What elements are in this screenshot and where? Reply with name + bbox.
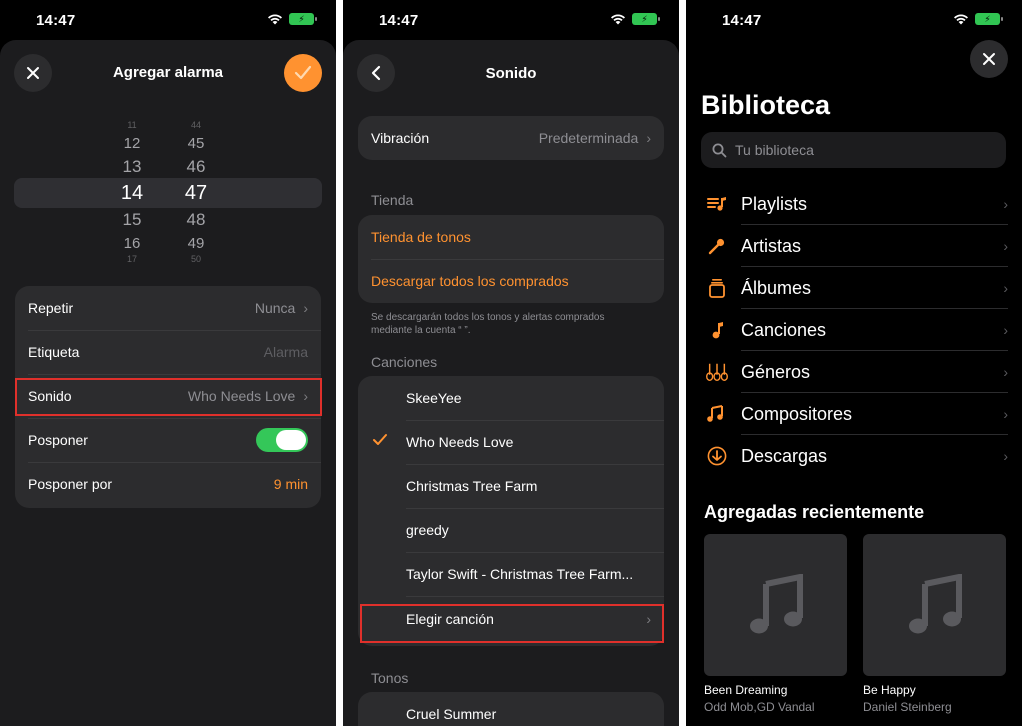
- album-artist: Daniel Steinberg: [863, 700, 952, 714]
- battery-icon: ⚡: [975, 13, 1003, 25]
- phone-add-alarm: 14:47 ⚡ Agregar alarma 11 44 12 13 14 15…: [0, 0, 336, 726]
- store-section-header: Tienda: [371, 192, 414, 208]
- minute-selected[interactable]: 47: [176, 182, 216, 205]
- hour-option[interactable]: 15: [112, 210, 152, 230]
- library-item-downloads[interactable]: Descargas ›: [706, 435, 1008, 477]
- phone-library: 14:47 ⚡ Biblioteca Tu biblioteca Playlis…: [686, 0, 1022, 726]
- library-item-composers[interactable]: Compositores ›: [706, 393, 1008, 435]
- tones-section-header: Tonos: [371, 670, 409, 686]
- recent-section-header: Agregadas recientemente: [704, 502, 925, 522]
- library-item-albums[interactable]: Álbumes ›: [706, 267, 1008, 309]
- song-item[interactable]: SkeeYee: [358, 376, 664, 420]
- wifi-icon: [611, 14, 625, 25]
- vibration-row[interactable]: Vibración Predeterminada ›: [358, 116, 664, 160]
- chevron-right-icon: ›: [1003, 238, 1008, 254]
- music-note-placeholder-icon: [908, 574, 962, 634]
- chevron-right-icon: ›: [1003, 196, 1008, 212]
- status-time: 14:47: [379, 12, 419, 29]
- status-time: 14:47: [722, 12, 762, 29]
- picker-selection-band: [14, 178, 322, 208]
- status-bar: 14:47 ⚡: [686, 0, 1022, 40]
- download-all-link[interactable]: Descargar todos los comprados: [358, 259, 664, 303]
- wifi-icon: [954, 14, 968, 25]
- hour-option[interactable]: 16: [112, 235, 152, 252]
- song-item-selected[interactable]: Who Needs Love: [358, 420, 664, 464]
- library-item-songs[interactable]: Canciones ›: [706, 309, 1008, 351]
- song-item[interactable]: Taylor Swift - Christmas Tree Farm...: [358, 552, 664, 596]
- download-icon: [706, 446, 728, 466]
- tone-store-link[interactable]: Tienda de tonos: [358, 215, 664, 259]
- status-bar: 14:47 ⚡: [343, 0, 679, 40]
- album-artwork[interactable]: [863, 534, 1006, 676]
- add-alarm-sheet: Agregar alarma 11 44 12 13 14 15 16 45 4…: [0, 40, 336, 726]
- music-note-placeholder-icon: [749, 574, 803, 634]
- library-item-artists[interactable]: Artistas ›: [706, 225, 1008, 267]
- status-bar: 14:47 ⚡: [0, 0, 336, 40]
- music-notes-icon: [706, 405, 728, 423]
- guitars-icon: [706, 362, 728, 382]
- tone-item[interactable]: Cruel Summer: [358, 692, 664, 726]
- chevron-right-icon: ›: [1003, 322, 1008, 338]
- album-title[interactable]: Been Dreaming: [704, 683, 787, 697]
- sound-row-highlight: [15, 378, 322, 416]
- hour-option[interactable]: 12: [112, 135, 152, 152]
- snooze-for-row[interactable]: Posponer por 9 min: [15, 462, 321, 506]
- snooze-row: Posponer: [15, 418, 321, 462]
- library-item-playlists[interactable]: Playlists ›: [706, 183, 1008, 225]
- chevron-right-icon: ›: [303, 300, 308, 316]
- album-artist: Odd Mob,GD Vandal: [704, 700, 815, 714]
- close-button[interactable]: [970, 40, 1008, 78]
- chevron-right-icon: ›: [1003, 448, 1008, 464]
- status-time: 14:47: [36, 12, 76, 29]
- music-note-icon: [706, 321, 728, 339]
- store-group: Tienda de tonos Descargar todos los comp…: [358, 215, 664, 303]
- page-title: Biblioteca: [701, 90, 831, 120]
- microphone-icon: [706, 237, 728, 255]
- chevron-right-icon: ›: [1003, 406, 1008, 422]
- save-button[interactable]: [284, 54, 322, 92]
- battery-icon: ⚡: [632, 13, 660, 25]
- checkmark-icon: [372, 433, 388, 450]
- hour-option[interactable]: 13: [112, 157, 152, 177]
- repeat-row[interactable]: Repetir Nunca ›: [15, 286, 321, 330]
- album-title[interactable]: Be Happy: [863, 683, 916, 697]
- download-note: Se descargarán todos los tonos y alertas…: [371, 312, 605, 336]
- minute-option[interactable]: 48: [176, 210, 216, 230]
- chevron-right-icon: ›: [1003, 280, 1008, 296]
- phone-sound: 14:47 ⚡ Sonido Vibración Predeterminada …: [343, 0, 679, 726]
- minute-option[interactable]: 45: [176, 135, 216, 152]
- vibration-group: Vibración Predeterminada ›: [358, 116, 664, 160]
- battery-icon: ⚡: [289, 13, 317, 25]
- tones-group: Cruel Summer: [358, 692, 664, 726]
- close-icon: [983, 53, 995, 65]
- choose-song-highlight: [360, 604, 664, 643]
- album-artwork[interactable]: [704, 534, 847, 676]
- sound-sheet: Sonido Vibración Predeterminada › Tienda…: [343, 40, 679, 726]
- minute-option[interactable]: 49: [176, 235, 216, 252]
- hour-selected[interactable]: 14: [112, 182, 152, 205]
- page-title: Sonido: [485, 65, 537, 82]
- song-item[interactable]: greedy: [358, 508, 664, 552]
- songs-section-header: Canciones: [371, 354, 438, 370]
- search-input[interactable]: Tu biblioteca: [701, 132, 1006, 168]
- playlist-icon: [706, 196, 728, 212]
- wifi-icon: [268, 14, 282, 25]
- song-item[interactable]: Christmas Tree Farm: [358, 464, 664, 508]
- chevron-right-icon: ›: [1003, 364, 1008, 380]
- chevron-right-icon: ›: [646, 130, 651, 146]
- checkmark-icon: [294, 65, 312, 80]
- snooze-toggle[interactable]: [256, 428, 308, 452]
- library-item-genres[interactable]: Géneros ›: [706, 351, 1008, 393]
- album-stack-icon: [706, 278, 728, 298]
- minute-option[interactable]: 46: [176, 157, 216, 177]
- label-row[interactable]: Etiqueta Alarma: [15, 330, 321, 374]
- search-icon: [712, 143, 727, 157]
